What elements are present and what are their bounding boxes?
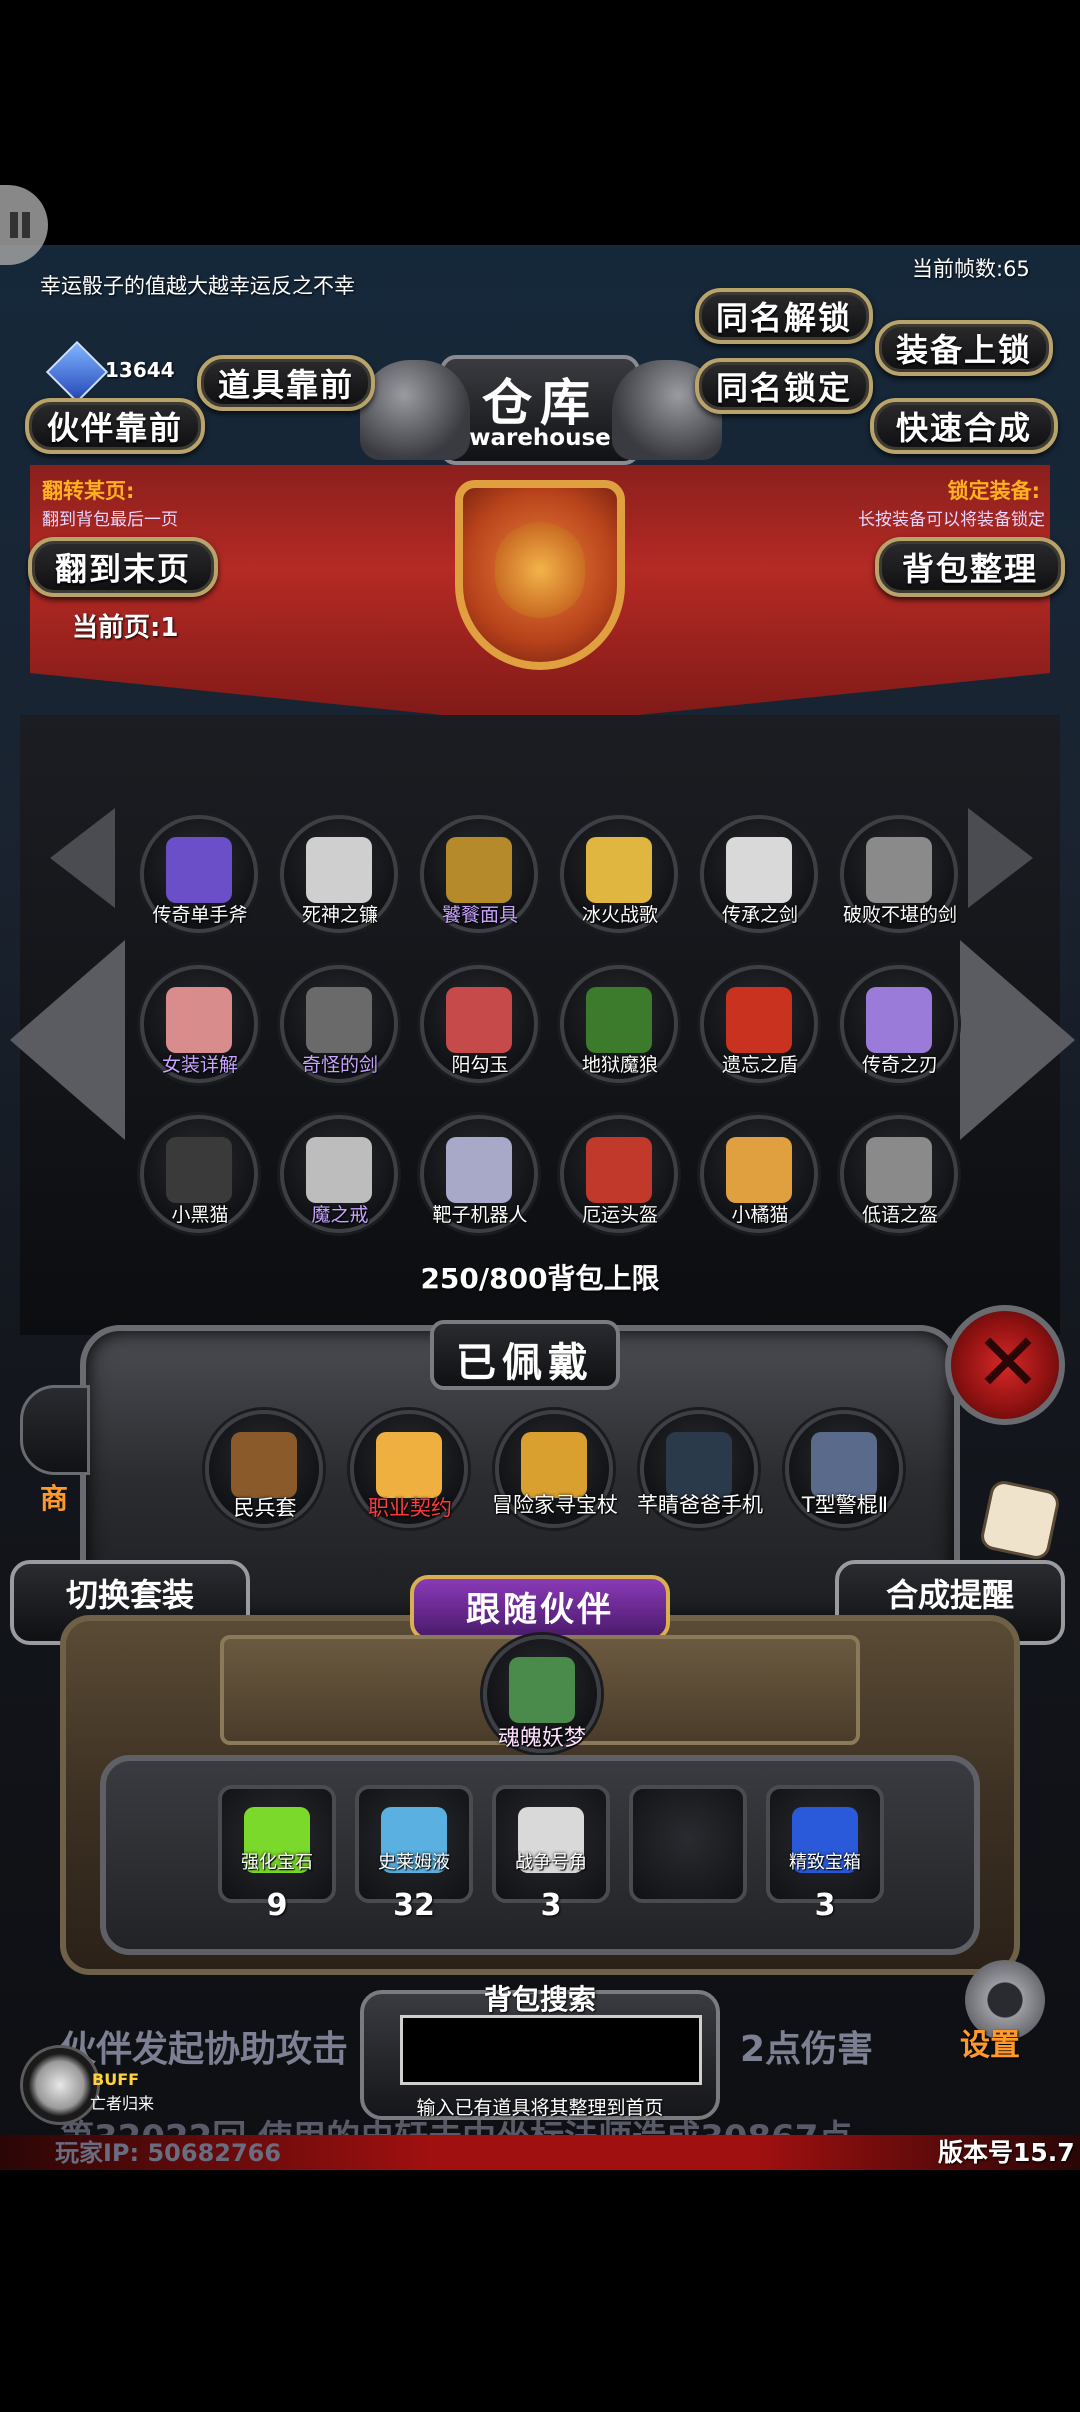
legendary-axe-icon — [166, 837, 232, 903]
shield-icon — [726, 987, 792, 1053]
sort-bag-button[interactable]: 背包整理 — [875, 537, 1065, 597]
close-button[interactable]: ✕ — [945, 1305, 1065, 1425]
combat-log-line1-end: 2点伤害 — [740, 2029, 874, 2070]
item-label: 破败不堪的剑 — [842, 904, 957, 926]
bag-item-count: 9 — [266, 1888, 288, 1923]
equipped-title: 已佩戴 — [456, 1340, 594, 1386]
bag-item-count: 32 — [393, 1888, 435, 1923]
equipped-label: T型警棍Ⅱ — [801, 1493, 889, 1517]
sword-icon — [726, 837, 792, 903]
merge-remind-label: 合成提醒 — [885, 1576, 1014, 1614]
pause-icon — [10, 212, 18, 238]
warehouse-subtitle: warehouse — [469, 425, 611, 451]
partner-avatar-icon — [509, 1657, 575, 1723]
follow-title: 跟随伙伴 — [466, 1590, 614, 1630]
close-icon: ✕ — [974, 1316, 1042, 1409]
search-hint: 输入已有道具将其整理到首页 — [416, 2097, 664, 2119]
helmet-left-icon — [360, 360, 470, 460]
book-icon — [166, 987, 232, 1053]
quick-merge-button[interactable]: 快速合成 — [870, 398, 1058, 454]
equip-lock-button[interactable]: 装备上锁 — [875, 320, 1053, 376]
lock-equip-title: 锁定装备: — [947, 479, 1040, 503]
buff-subtitle: 亡者归来 — [90, 2094, 155, 2113]
lock-equip-desc: 长按装备可以将装备锁定 — [858, 510, 1045, 530]
bag-slot[interactable] — [355, 1785, 473, 1903]
bag-item-count: 3 — [814, 1888, 836, 1923]
switch-set-label: 切换套装 — [65, 1576, 194, 1614]
flip-page-title: 翻转某页: — [42, 479, 135, 503]
bag-slot[interactable] — [766, 1785, 884, 1903]
items-front-button[interactable]: 道具靠前 — [197, 355, 375, 411]
barrel-armor-icon — [231, 1432, 297, 1498]
bag-item-label: 精致宝箱 — [789, 1852, 861, 1873]
mask-icon — [446, 837, 512, 903]
helmet-icon — [586, 1137, 652, 1203]
partner-name: 魂魄妖梦 — [497, 1726, 586, 1751]
search-input[interactable] — [400, 2015, 702, 2085]
flip-page-desc: 翻到背包最后一页 — [42, 510, 178, 530]
version-number: 版本号15.7 — [938, 2138, 1075, 2167]
helmet-icon — [866, 1137, 932, 1203]
sword-icon — [306, 987, 372, 1053]
bag-item-label: 战争号角 — [515, 1852, 587, 1873]
dice-icon[interactable] — [978, 1478, 1062, 1562]
orange-cat-icon — [726, 1137, 792, 1203]
robot-icon — [446, 1137, 512, 1203]
sword-icon — [586, 837, 652, 903]
ring-icon — [306, 1137, 372, 1203]
broken-sword-icon — [866, 837, 932, 903]
item-label: 传奇之刃 — [861, 1054, 938, 1076]
wolf-icon — [586, 987, 652, 1053]
settings-label: 设置 — [960, 2028, 1020, 2063]
bag-item-count: 3 — [540, 1888, 562, 1923]
bag-slot[interactable] — [218, 1785, 336, 1903]
item-label: 低语之盔 — [861, 1204, 938, 1226]
gem-count: 13644 — [105, 358, 175, 382]
player-ip: 玩家IP: 50682766 — [55, 2139, 282, 2167]
fps-counter: 当前帧数:65 — [912, 257, 1030, 281]
skull-buff-icon[interactable] — [20, 2045, 100, 2125]
game-stage: 幸运骰子的值越大越幸运反之不幸 当前帧数:65 13644 仓库 warehou… — [0, 245, 1080, 2170]
gem-icon — [45, 340, 109, 404]
contract-scroll-icon — [376, 1432, 442, 1498]
partner-front-button[interactable]: 伙伴靠前 — [25, 398, 205, 454]
current-page: 当前页:1 — [72, 613, 179, 643]
luck-tip: 幸运骰子的值越大越幸运反之不幸 — [40, 274, 355, 298]
prev-page-arrow-icon[interactable] — [10, 940, 125, 1140]
prev-page-small-arrow-icon[interactable] — [50, 808, 115, 908]
next-page-arrow-icon[interactable] — [960, 940, 1075, 1140]
search-title: 背包搜索 — [483, 1983, 596, 2016]
last-page-button[interactable]: 翻到末页 — [28, 537, 218, 597]
lion-head-icon — [495, 520, 585, 620]
shop-button[interactable] — [20, 1385, 90, 1475]
same-name-unlock-button[interactable]: 同名解锁 — [695, 288, 873, 344]
shop-label: 商 — [40, 1482, 69, 1515]
bag-slot[interactable] — [492, 1785, 610, 1903]
bag-capacity: 250/800背包上限 — [420, 1262, 660, 1295]
bag-slot-empty[interactable] — [629, 1785, 747, 1903]
magatama-icon — [446, 987, 512, 1053]
combat-log-line1: 伙伴发起协助攻击 — [60, 2029, 349, 2070]
blade-icon — [866, 987, 932, 1053]
scythe-icon — [306, 837, 372, 903]
buff-label: BUFF — [92, 2070, 140, 2089]
black-cat-icon — [166, 1137, 232, 1203]
same-name-lock-button[interactable]: 同名锁定 — [695, 358, 873, 414]
next-page-small-arrow-icon[interactable] — [968, 808, 1033, 908]
